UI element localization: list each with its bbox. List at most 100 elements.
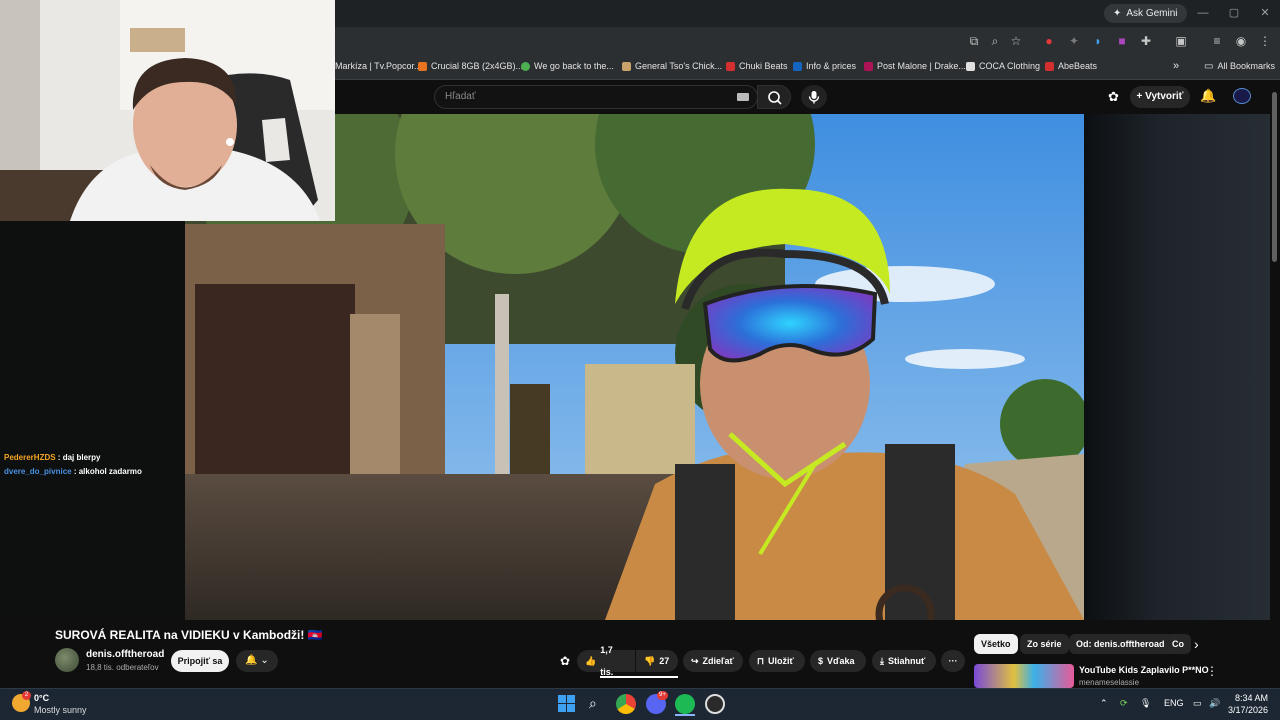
recommendation-channel[interactable]: menameselassie	[1079, 678, 1139, 687]
minimize-button[interactable]: —	[1190, 4, 1216, 22]
chrome-icon[interactable]	[616, 694, 636, 714]
bookmark-item[interactable]: General Tso's Chick...	[622, 58, 722, 75]
subscription-bell-button[interactable]: 🔔 ⌄	[236, 650, 278, 672]
clock-date[interactable]: 3/17/2026	[1226, 705, 1268, 715]
extension-grey-icon[interactable]: ✦	[1066, 33, 1082, 49]
bookmark-label: We go back to the...	[534, 61, 614, 71]
bookmark-item[interactable]: Info & prices	[793, 58, 856, 75]
chip-all[interactable]: Všetko	[974, 634, 1018, 654]
taskbar-search-icon[interactable]: ⌕	[589, 695, 597, 712]
language-indicator[interactable]: ENG	[1164, 698, 1184, 708]
join-button[interactable]: Pripojiť sa	[171, 650, 229, 672]
all-bookmarks-label: All Bookmarks	[1217, 61, 1275, 71]
save-button[interactable]: ⊓ Uložiť	[749, 650, 805, 672]
dislike-count: 27	[659, 656, 670, 666]
sidebar-icon[interactable]: ▣	[1173, 33, 1189, 49]
channel-avatar[interactable]	[55, 648, 79, 672]
all-bookmarks-button[interactable]: ▭ All Bookmarks	[1204, 58, 1275, 75]
notifications-bell-icon[interactable]: 🔔	[1200, 88, 1216, 104]
close-button[interactable]: ✕	[1252, 4, 1278, 22]
bookmark-label: COCA Clothing	[979, 61, 1041, 71]
tray-chevron-up-icon[interactable]: ⌃	[1100, 698, 1108, 709]
profile-avatar-icon[interactable]: ◉	[1233, 33, 1249, 49]
extension-purple-icon[interactable]: ■	[1114, 33, 1130, 49]
chevron-down-icon: ⌄	[257, 655, 269, 666]
bookmark-label: General Tso's Chick...	[635, 61, 723, 71]
temperature[interactable]: 0°C	[34, 693, 49, 703]
bookmark-item[interactable]: AbeBeats	[1045, 58, 1097, 75]
chat-text: daj blerpy	[62, 453, 101, 462]
extension-wave-icon[interactable]: ◗	[1090, 33, 1106, 49]
thanks-button[interactable]: $ Vďaka	[810, 650, 866, 672]
bookmark-label: Post Malone | Drake...	[877, 61, 966, 71]
chat-username: dvere_do_pivnice	[4, 467, 72, 476]
extensions-puzzle-icon[interactable]: ✚	[1138, 33, 1154, 49]
sparkle-icon[interactable]: ✿	[560, 654, 570, 668]
tray-volume-icon[interactable]: 🔊	[1209, 698, 1220, 709]
windows-logo	[558, 695, 575, 712]
thumbs-up-icon: 👍	[585, 656, 597, 666]
chevron-right-icon[interactable]: ›	[1194, 636, 1199, 652]
chip-from-channel[interactable]: Od: denis.offtheroad	[1069, 634, 1172, 654]
share-button[interactable]: ↪ Zdieľať	[683, 650, 743, 672]
recommendation-thumbnail[interactable]	[974, 664, 1074, 688]
bookmark-item[interactable]: COCA Clothing	[966, 58, 1040, 75]
maximize-button[interactable]: ▢	[1221, 4, 1247, 22]
bookmark-label: Info & prices	[806, 61, 857, 71]
bookmark-label: Chuki Beats	[739, 61, 788, 71]
more-bookmarks-button[interactable]: »	[1173, 58, 1179, 75]
tray-display-icon[interactable]: ▭	[1193, 698, 1202, 709]
download-button[interactable]: ⤓ Stiahnuť	[872, 650, 936, 672]
gift-icon[interactable]: ✿	[1108, 89, 1119, 105]
scrollbar-thumb[interactable]	[1272, 92, 1277, 262]
extension-red-icon[interactable]: ●	[1041, 33, 1057, 49]
media-controls-icon[interactable]: ≡	[1209, 33, 1225, 49]
cast-icon[interactable]: ⧉	[966, 33, 982, 49]
search-input[interactable]: Hľadať	[434, 85, 758, 109]
weather-condition[interactable]: Mostly sunny	[34, 705, 87, 715]
search-icon	[768, 91, 782, 105]
theater-side-background	[1084, 114, 1270, 620]
bookmark-favicon	[726, 62, 735, 71]
clock-time[interactable]: 8:34 AM	[1230, 693, 1268, 703]
bookmark-star-icon[interactable]: ☆	[1008, 33, 1024, 49]
chat-separator: :	[55, 453, 63, 462]
bookmark-favicon	[793, 62, 802, 71]
recommendation-menu-icon[interactable]: ⋮	[1206, 664, 1218, 678]
account-avatar[interactable]	[1233, 88, 1251, 104]
dollar-heart-icon: $	[818, 656, 824, 666]
keyboard-icon[interactable]	[737, 93, 749, 101]
bookmark-item[interactable]: Markíza | Tv.Popcor...	[335, 58, 422, 75]
more-actions-button[interactable]: ···	[941, 650, 965, 672]
zoom-icon[interactable]: ⌕	[987, 33, 1003, 49]
save-label: Uložiť	[768, 656, 794, 666]
recommendation-title[interactable]: YouTube Kids Zaplavilo P**NO	[1079, 665, 1209, 675]
chat-username: PedererHZDS	[4, 453, 56, 462]
share-label: Zdieľať	[702, 656, 734, 666]
bookmark-item[interactable]: Post Malone | Drake...	[864, 58, 966, 75]
dislike-button[interactable]: 👎 27	[636, 650, 678, 672]
search-button[interactable]	[757, 85, 791, 109]
voice-search-button[interactable]	[801, 85, 827, 109]
video-title: SUROVÁ REALITA na VIDIEKU v Kambodži! 🇰🇭	[55, 628, 323, 642]
chip-partial[interactable]: Co	[1165, 634, 1191, 654]
ask-gemini-button[interactable]: ✦ Ask Gemini	[1104, 4, 1187, 23]
bookmark-item[interactable]: We go back to the...	[521, 58, 614, 75]
like-button[interactable]: 👍 1,7 tis.	[577, 645, 635, 677]
spotify-icon[interactable]	[675, 694, 695, 714]
download-label: Stiahnuť	[887, 656, 926, 666]
active-app-indicator	[675, 714, 695, 716]
create-button[interactable]: + Vytvoriť	[1130, 86, 1190, 108]
windows-start-icon[interactable]	[558, 695, 575, 712]
ask-gemini-label: Ask Gemini	[1126, 8, 1178, 19]
tray-app-icon[interactable]: ⟳	[1120, 698, 1128, 709]
bookmark-item[interactable]: Crucial 8GB (2x4GB)...	[418, 58, 523, 75]
bell-icon: 🔔	[245, 655, 258, 666]
channel-name[interactable]: denis.offtheroad	[86, 649, 164, 660]
kebab-menu-icon[interactable]: ⋮	[1257, 33, 1273, 49]
tray-microphone-icon[interactable]: 🎙	[1140, 698, 1151, 709]
bookmark-favicon	[966, 62, 975, 71]
obs-icon[interactable]	[705, 694, 725, 714]
chip-series[interactable]: Zo série	[1020, 634, 1069, 654]
bookmark-item[interactable]: Chuki Beats	[726, 58, 788, 75]
